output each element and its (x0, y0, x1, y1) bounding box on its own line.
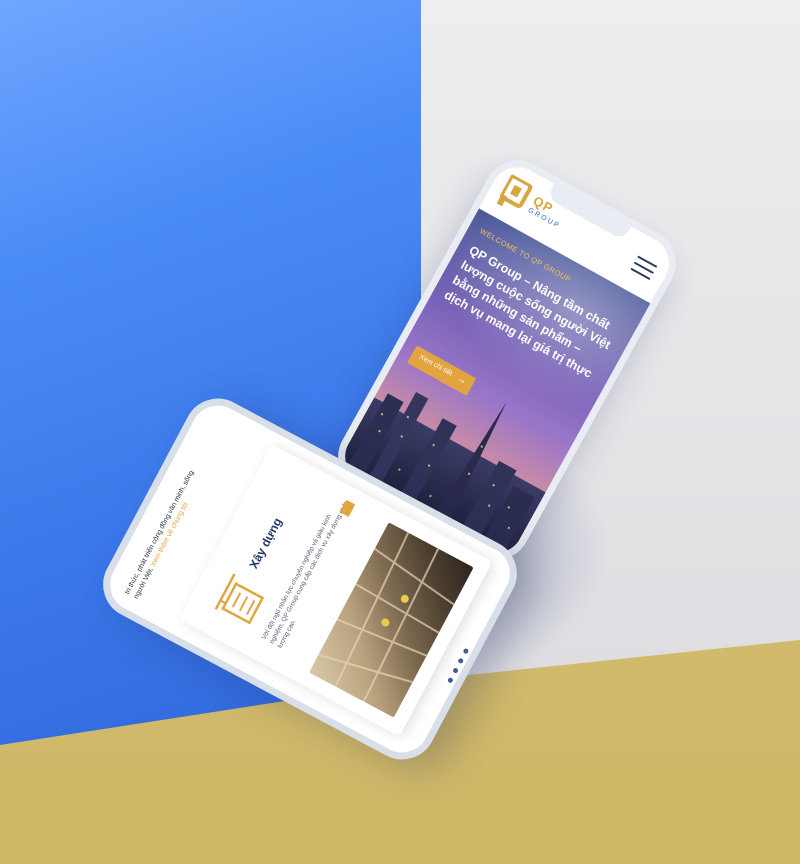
service-title: Xây dựng (246, 515, 285, 572)
pagination-dot[interactable] (462, 647, 470, 655)
pagination-dot[interactable] (457, 657, 465, 665)
pagination-dot[interactable] (447, 676, 454, 684)
hamburger-icon[interactable] (630, 255, 658, 281)
crane-building-icon (214, 573, 265, 625)
pagination-dot[interactable] (452, 667, 459, 674)
